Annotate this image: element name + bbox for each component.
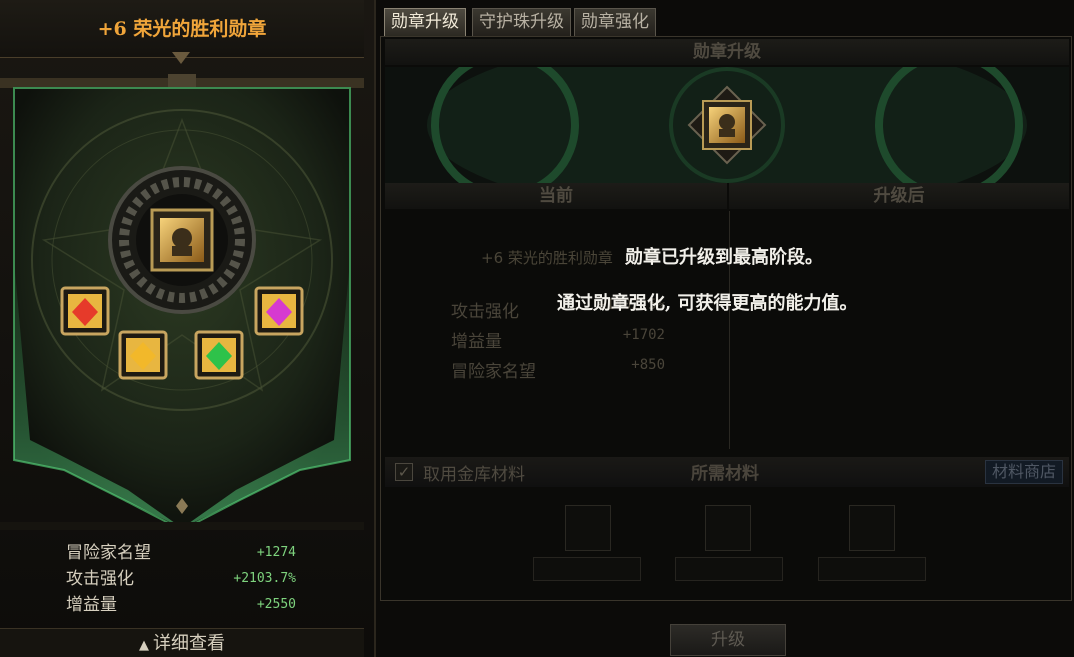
stat-value: +2103.7% [233,571,296,586]
tab-medal-upgrade[interactable]: 勋章升级 [384,8,466,36]
material-slot[interactable] [705,505,751,551]
current-stat-row: 冒险家名望 +850 [451,357,665,382]
medal-stats: 冒险家名望 +1274 攻击强化 +2103.7% 增益量 +2550 [66,540,296,618]
material-count-box [675,557,783,581]
material-count-box [818,557,926,581]
tab-orb-upgrade[interactable]: 守护珠升级 [472,8,571,36]
material-slot[interactable] [849,505,895,551]
use-vault-checkbox[interactable]: ✓ [395,463,413,481]
current-header: 当前 [385,183,727,209]
use-vault-label: 取用金库材料 [423,465,525,485]
triangle-up-icon: ▲ [139,638,149,653]
upgrade-button[interactable]: 升级 [670,624,786,656]
notice-line-1: 勋章已升级到最高阶段。 [625,247,823,268]
banner-art [0,74,364,532]
upgrade-panel: 勋章升级 当前 升级后 +6 荣光的胜利勋章 攻击强化 +1402.5% 增益量 [380,36,1072,601]
material-count-box [533,557,641,581]
material-shop-button[interactable]: 材料商店 [984,460,1063,484]
stat-name: 攻击强化 [451,302,519,322]
after-header: 升级后 [729,183,1069,209]
materials-bar: ✓ 取用金库材料 所需材料 材料商店 [385,457,1069,487]
stat-name: 冒险家名望 [66,543,151,563]
stat-value: +1702 [622,327,665,343]
stat-name: 攻击强化 [66,569,134,589]
center-medal-icon [150,208,214,272]
tab-medal-enhance[interactable]: 勋章强化 [574,8,656,36]
materials-title: 所需材料 [691,464,759,484]
upgrade-display [385,67,1069,183]
medal-info-panel: +6 荣光的胜利勋章 冒险家名望 +1274 攻击强化 +2103.7% 增益量… [0,0,376,657]
stat-row: 冒险家名望 +1274 [66,540,296,566]
detail-view-button[interactable]: ▲ 详细查看 [0,628,364,657]
upgrade-art [385,67,1069,183]
medal-banner [0,60,364,532]
gem-yellow-icon [118,330,168,380]
stat-name: 冒险家名望 [451,362,536,382]
stat-name: 增益量 [451,332,502,352]
stat-value: +850 [631,357,665,373]
gem-red-icon [60,286,110,336]
material-slot[interactable] [565,505,611,551]
stat-row: 增益量 +2550 [66,592,296,618]
stat-value: +2550 [256,597,296,612]
stat-name: 增益量 [66,595,117,615]
detail-view-label: 详细查看 [153,633,225,654]
stat-value: +1274 [256,545,296,560]
upgrade-header: 勋章升级 [385,39,1069,65]
current-medal-name: +6 荣光的胜利勋章 [481,249,613,267]
gem-pink-icon [254,286,304,336]
stat-row: 攻击强化 +2103.7% [66,566,296,592]
medal-title: +6 荣光的胜利勋章 [0,0,364,58]
current-stat-row: 增益量 +1702 [451,327,665,352]
gem-green-icon [194,330,244,380]
notice-line-2: 通过勋章强化, 可获得更高的能力值。 [557,293,858,314]
